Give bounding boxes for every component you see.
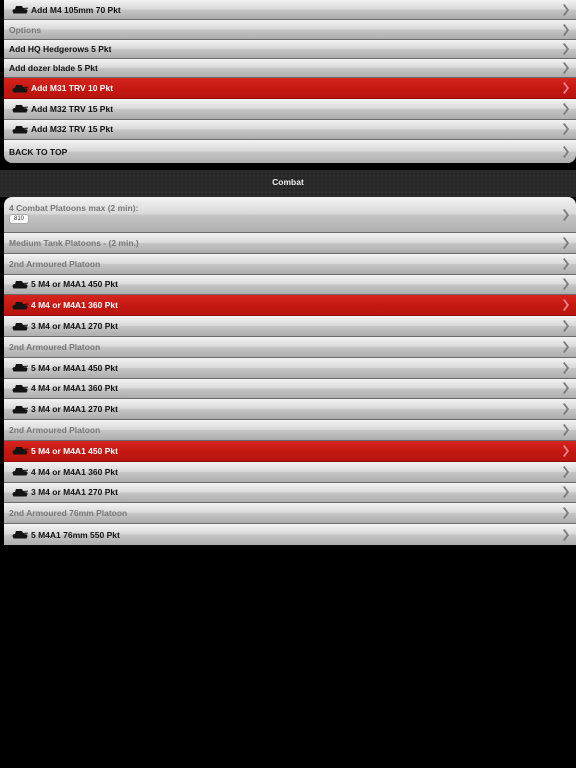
list-item-label: Add dozer blade 5 Pkt	[9, 63, 98, 73]
list-item-label: Add M31 TRV 10 Pkt	[31, 83, 114, 93]
tank-icon	[11, 530, 29, 539]
tank-icon	[11, 384, 29, 393]
list-item-label: 4 M4 or M4A1 360 Pkt	[31, 383, 118, 394]
list-item[interactable]: 3 M4 or M4A1 270 Pkt	[4, 482, 576, 504]
list-section-header[interactable]: 2nd Armoured 76mm Platoon	[4, 503, 576, 525]
list-item[interactable]: Add dozer blade 5 Pkt	[4, 59, 576, 78]
list-item[interactable]: 5 M4 or M4A1 450 Pkt	[4, 274, 576, 296]
combat-list: 4 Combat Platoons max (2 min): 810 Mediu…	[4, 197, 576, 545]
list-item[interactable]: 3 M4 or M4A1 270 Pkt	[4, 399, 576, 421]
list-item[interactable]: 4 M4 or M4A1 360 Pkt	[4, 378, 576, 400]
tank-icon	[11, 322, 29, 331]
tank-icon	[11, 104, 29, 113]
chevron-right-icon	[562, 62, 570, 74]
tank-icon	[11, 5, 29, 14]
list-section-header[interactable]: Medium Tank Platoons - (2 min.)	[4, 233, 576, 254]
combat-platoons-header[interactable]: 4 Combat Platoons max (2 min): 810	[4, 197, 576, 233]
combat-platoons-label: 4 Combat Platoons max (2 min):	[9, 203, 139, 213]
chevron-right-icon	[562, 43, 570, 55]
chevron-right-icon	[562, 208, 570, 221]
list-item[interactable]: Add M31 TRV 10 Pkt	[4, 78, 576, 99]
list-item-label: Add HQ Hedgerows 5 Pkt	[9, 44, 112, 54]
top-list: Add M4 105mm 70 Pkt Options Add HQ Hedgero…	[4, 0, 576, 163]
chevron-right-icon	[562, 278, 570, 291]
chevron-right-icon	[562, 102, 570, 115]
tank-icon	[11, 125, 29, 134]
list-item[interactable]: Add M4 105mm 70 Pkt	[4, 0, 576, 20]
chevron-right-icon	[562, 145, 570, 158]
chevron-right-icon	[562, 465, 570, 478]
list-item-label: 2nd Armoured Platoon	[9, 258, 101, 269]
chevron-right-icon	[562, 340, 570, 353]
list-section-header[interactable]: 2nd Armoured Platoon	[4, 336, 576, 358]
chevron-right-icon	[562, 424, 570, 437]
list-item[interactable]: 5 M4 or M4A1 450 Pkt	[4, 357, 576, 379]
chevron-right-icon	[562, 320, 570, 333]
list-section-header[interactable]: 2nd Armoured Platoon	[4, 253, 576, 275]
chevron-right-icon	[562, 444, 570, 457]
tank-icon	[11, 84, 29, 93]
list-item-label: 2nd Armoured 76mm Platoon	[9, 508, 128, 519]
list-item-label: 2nd Armoured Platoon	[9, 341, 101, 352]
tank-icon	[11, 446, 29, 455]
tank-icon	[11, 405, 29, 414]
tank-icon	[11, 280, 29, 289]
app-root: Add M4 105mm 70 Pkt Options Add HQ Hedgero…	[0, 0, 576, 768]
chevron-right-icon	[562, 82, 570, 94]
list-item-label: 5 M4A1 76mm 550 Pkt	[31, 529, 120, 540]
list-item[interactable]: 5 M4A1 76mm 550 Pkt	[4, 524, 576, 545]
chevron-right-icon	[562, 403, 570, 416]
list-item-label: 2nd Armoured Platoon	[9, 425, 101, 436]
list-item-label: Medium Tank Platoons - (2 min.)	[9, 237, 139, 248]
chevron-right-icon	[562, 236, 570, 249]
list-item-label: 3 M4 or M4A1 270 Pkt	[31, 487, 118, 498]
chevron-right-icon	[562, 361, 570, 374]
chevron-right-icon	[562, 123, 570, 136]
chevron-right-icon	[562, 299, 570, 312]
chevron-right-icon	[562, 23, 570, 36]
tank-icon	[11, 488, 29, 497]
chevron-right-icon	[562, 382, 570, 395]
tank-icon	[11, 301, 29, 310]
list-item-label: 4 M4 or M4A1 360 Pkt	[31, 300, 118, 311]
list-section-header[interactable]: Options	[4, 20, 576, 40]
list-item-label: 5 M4 or M4A1 450 Pkt	[31, 445, 118, 456]
list-item[interactable]: Add M32 TRV 15 Pkt	[4, 99, 576, 120]
tank-icon	[11, 363, 29, 372]
chevron-right-icon	[562, 507, 570, 520]
list-item-label: 5 M4 or M4A1 450 Pkt	[31, 279, 118, 290]
list-item[interactable]: 5 M4 or M4A1 450 Pkt	[4, 440, 576, 462]
list-item[interactable]: 4 M4 or M4A1 360 Pkt	[4, 461, 576, 483]
section-header-combat: Combat	[0, 170, 576, 197]
tank-icon	[11, 467, 29, 476]
list-item[interactable]: Add HQ Hedgerows 5 Pkt	[4, 40, 576, 59]
points-badge: 810	[9, 214, 30, 224]
list-section-header[interactable]: 2nd Armoured Platoon	[4, 420, 576, 441]
list-item[interactable]: 4 M4 or M4A1 360 Pkt	[4, 295, 576, 317]
section-title: Combat	[272, 177, 304, 187]
list-item-label: 5 M4 or M4A1 450 Pkt	[31, 362, 118, 373]
list-item-label: Add M4 105mm 70 Pkt	[31, 4, 121, 15]
list-item-label: BACK TO TOP	[9, 146, 68, 157]
chevron-right-icon	[562, 486, 570, 499]
chevron-right-icon	[562, 257, 570, 270]
list-item-label: Add M32 TRV 15 Pkt	[31, 124, 114, 135]
chevron-right-icon	[562, 528, 570, 541]
list-item[interactable]: BACK TO TOP	[4, 140, 576, 163]
list-item[interactable]: Add M32 TRV 15 Pkt	[4, 119, 576, 140]
list-item-label: Options	[9, 24, 42, 35]
list-item-label: 3 M4 or M4A1 270 Pkt	[31, 404, 118, 415]
list-item-label: Add M32 TRV 15 Pkt	[31, 103, 114, 114]
chevron-right-icon	[562, 3, 570, 16]
list-item[interactable]: 3 M4 or M4A1 270 Pkt	[4, 316, 576, 337]
list-item-label: 4 M4 or M4A1 360 Pkt	[31, 466, 118, 477]
list-item-label: 3 M4 or M4A1 270 Pkt	[31, 321, 118, 332]
